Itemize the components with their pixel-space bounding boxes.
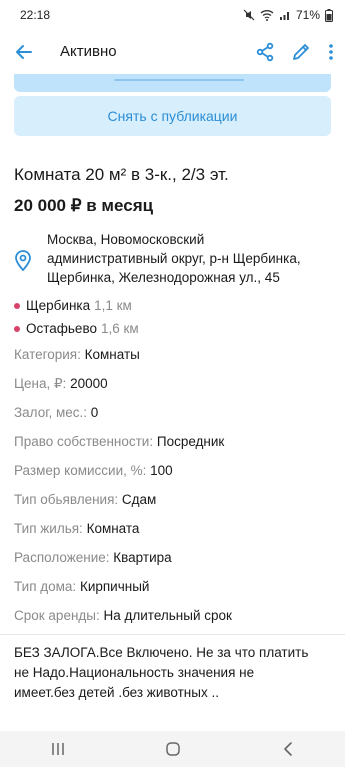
edit-button[interactable]: [287, 38, 315, 66]
property-label: Тип дома:: [14, 579, 77, 594]
property-value: Комната: [86, 521, 140, 536]
listing-price: 20 000 ₽ в месяц: [14, 196, 154, 215]
section-divider: [0, 634, 345, 635]
property-row: Тип обьявления: Сдам: [14, 492, 335, 521]
description-line: БЕЗ ЗАЛОГА.Все Включено. Не за что плати…: [14, 645, 309, 660]
property-row: Расположение: Квартира: [14, 550, 335, 579]
mute-icon: [243, 9, 255, 21]
recents-button[interactable]: [38, 734, 78, 764]
system-back-button[interactable]: [268, 734, 308, 764]
status-icons: 71%: [243, 8, 333, 22]
system-nav-bar: [0, 731, 345, 767]
address-line: Москва, Новомосковский: [47, 232, 205, 247]
address-text: Москва, Новомосковский административный …: [47, 230, 301, 287]
metro-station: Остафьево 1,6 км: [14, 321, 139, 336]
property-label: Категория:: [14, 347, 81, 362]
listing-title: Комната 20 м² в 3-к., 2/3 эт.: [14, 165, 229, 184]
signal-icon: [279, 12, 289, 20]
chevron-left-icon: [283, 742, 292, 756]
more-button[interactable]: [323, 38, 339, 66]
address-line: административный округ, р-н Щербинка,: [47, 251, 301, 266]
description-line: не Надо.Национальность значения не: [14, 665, 255, 680]
property-value: 100: [150, 463, 173, 478]
description-line: имеет.без детей .без животных ..: [14, 685, 219, 700]
metro-distance: 1,6 км: [100, 321, 139, 336]
metro-station-name: Щербинка: [26, 298, 91, 313]
app-bar-actions: [251, 38, 339, 66]
more-vert-icon: [329, 44, 333, 60]
property-value: 20000: [70, 376, 108, 391]
property-row: Размер комиссии, %: 100: [14, 463, 335, 492]
property-value: На длительный срок: [103, 608, 232, 623]
property-label: Право собственности:: [14, 434, 154, 449]
property-label: Расположение:: [14, 550, 110, 565]
listing-address: Москва, Новомосковский административный …: [14, 230, 335, 287]
page-title: Активно: [60, 43, 117, 60]
property-row: Срок аренды: На длительный срок: [14, 608, 335, 637]
location-pin-icon: [15, 250, 31, 272]
property-label: Срок аренды:: [14, 608, 100, 623]
property-label: Тип обьявления:: [14, 492, 119, 507]
property-label: Залог, мес.:: [14, 405, 88, 420]
arrow-left-icon: [16, 45, 32, 59]
listing-properties: Категория: Комнаты Цена, ₽: 20000 Залог,…: [14, 347, 335, 637]
back-button[interactable]: [10, 38, 38, 66]
property-row: Залог, мес.: 0: [14, 405, 335, 434]
property-value: Комнаты: [84, 347, 140, 362]
listing-description: БЕЗ ЗАЛОГА.Все Включено. Не за что плати…: [14, 643, 335, 703]
wifi-icon: [260, 10, 274, 21]
app-bar: Активно: [0, 30, 345, 74]
property-value: Посредник: [156, 434, 225, 449]
property-value: Кирпичный: [79, 579, 150, 594]
property-row: Цена, ₽: 20000: [14, 376, 335, 405]
share-button[interactable]: [251, 38, 279, 66]
recents-icon: [51, 743, 64, 755]
home-icon: [165, 742, 180, 756]
status-time: 22:18: [20, 8, 51, 22]
metro-station: Щербинка 1,1 км: [14, 298, 132, 313]
battery-percent: 71%: [295, 8, 320, 22]
unpublish-button[interactable]: Снять с публикации: [14, 96, 331, 136]
property-label: Цена, ₽:: [14, 376, 67, 391]
property-value: Сдам: [121, 492, 157, 507]
property-row: Тип жилья: Комната: [14, 521, 335, 550]
property-label: Размер комиссии, %:: [14, 463, 147, 478]
metro-line-dot: [14, 325, 20, 332]
property-value: 0: [90, 405, 99, 420]
metro-line-dot: [14, 302, 20, 309]
property-label: Тип жилья:: [14, 521, 83, 536]
property-row: Право собственности: Посредник: [14, 434, 335, 463]
pencil-icon: [293, 44, 309, 60]
share-icon: [256, 42, 274, 62]
metro-distance: 1,1 км: [94, 298, 132, 313]
property-row: Тип дома: Кирпичный: [14, 579, 335, 608]
property-row: Категория: Комнаты: [14, 347, 335, 376]
property-value: Квартира: [113, 550, 172, 565]
scrolled-button-edge[interactable]: [14, 74, 331, 92]
battery-icon: [325, 8, 333, 22]
home-button[interactable]: [153, 734, 193, 764]
status-bar: 22:18 71%: [0, 0, 345, 30]
address-line: Щербинка, Железнодорожная ул., 45: [47, 270, 280, 285]
metro-station-name: Остафьево: [26, 321, 97, 336]
